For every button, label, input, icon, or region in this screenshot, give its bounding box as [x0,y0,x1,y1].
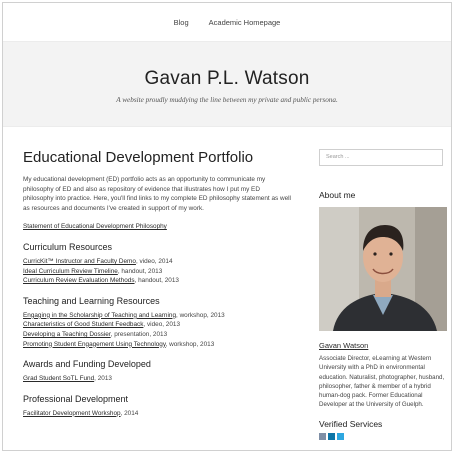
resource-link[interactable]: Promoting Student Engagement Using Techn… [23,341,166,348]
search-input[interactable]: Search ... [319,149,443,166]
resource-meta: , 2013 [94,375,112,383]
linkedin-icon[interactable] [328,432,335,440]
philosophy-link[interactable]: Statement of Educational Development Phi… [23,223,167,230]
verified-heading: Verified Services [319,418,383,429]
nav-academic-homepage[interactable]: Academic Homepage [209,18,281,27]
section-heading-professional: Professional Development [23,393,129,404]
list-item: Engaging in the Scholarship of Teaching … [23,311,291,321]
sidebar: Search ... About me Gavan Watson Associa… [319,149,449,440]
portrait-illustration [319,207,447,331]
page-frame: Blog Academic Homepage Gavan P.L. Watson… [2,2,452,451]
resource-link[interactable]: Developing a Teaching Dossier [23,331,111,338]
resource-link[interactable]: Curriculum Review Evaluation Methods [23,277,135,284]
section-heading-awards: Awards and Funding Developed [23,359,151,370]
resource-meta: , workshop, 2013 [176,311,225,319]
resource-meta: , workshop, 2013 [165,340,215,348]
twitter-icon[interactable] [337,432,344,440]
site-tagline: A website proudly muddying the line betw… [116,96,338,104]
resource-meta: , video, 2013 [143,321,181,329]
list-item: Grad Student SoTL Fund, 2013 [23,374,291,384]
resource-meta: , video, 2014 [135,257,173,265]
resource-link[interactable]: Characteristics of Good Student Feedback [23,321,143,328]
resource-meta: , handout, 2013 [117,267,163,275]
list-item: Ideal Curriculum Review Timeline, handou… [23,267,291,277]
author-name-link[interactable]: Gavan Watson [319,341,368,350]
intro-paragraph: My educational development (ED) portfoli… [23,176,291,212]
about-heading: About me [319,190,356,200]
page-title: Educational Development Portfolio [23,149,254,166]
list-item: Promoting Student Engagement Using Techn… [23,340,291,350]
list-item: CurricKit™ Instructor and Faculty Demo, … [23,257,291,267]
author-photo [319,207,447,331]
site-title[interactable]: Gavan P.L. Watson [3,42,451,90]
email-icon[interactable] [319,432,326,440]
list-item: Characteristics of Good Student Feedback… [23,320,291,330]
list-item: Curriculum Review Evaluation Methods, ha… [23,276,291,286]
resource-link[interactable]: CurricKit™ Instructor and Faculty Demo [23,258,136,265]
top-nav: Blog Academic Homepage [3,3,451,41]
author-bio: Associate Director, eLearning at Western… [319,355,445,409]
nav-blog[interactable]: Blog [174,18,189,27]
resource-link[interactable]: Grad Student SoTL Fund [23,375,94,382]
section-heading-teaching: Teaching and Learning Resources [23,295,160,306]
list-item: Developing a Teaching Dossier, presentat… [23,330,291,340]
resource-meta: , handout, 2013 [134,277,179,285]
section-heading-curriculum: Curriculum Resources [23,241,113,252]
site-header: Gavan P.L. Watson A website proudly mudd… [3,41,451,127]
resource-link[interactable]: Engaging in the Scholarship of Teaching … [23,312,176,319]
resource-meta: , 2014 [120,409,139,417]
service-icons [319,432,449,440]
resource-meta: , presentation, 2013 [110,330,168,338]
resource-link[interactable]: Ideal Curriculum Review Timeline [23,268,118,275]
list-item: Facilitator Development Workshop, 2014 [23,409,291,419]
main-column: Educational Development Portfolio My edu… [23,149,291,418]
resource-link[interactable]: Facilitator Development Workshop [23,410,121,417]
